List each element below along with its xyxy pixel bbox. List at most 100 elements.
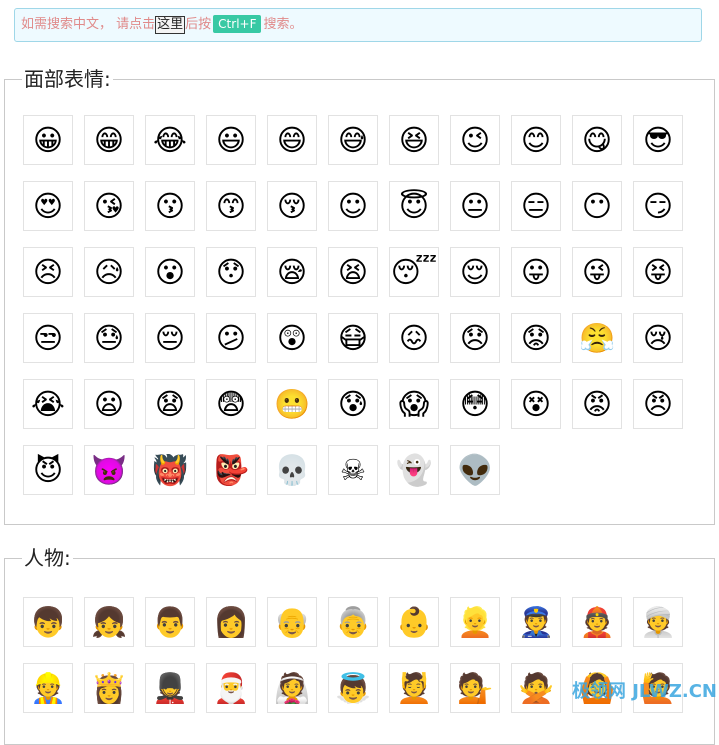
emoji-cell[interactable]: 😴 [389,247,439,297]
emoji-cell[interactable]: 😉 [450,115,500,165]
emoji-cell[interactable]: 👱 [450,597,500,647]
here-link[interactable]: 这里 [155,16,186,34]
emoji-cell[interactable]: 👸 [84,663,134,713]
emoji-cell[interactable]: 😷 [328,313,378,363]
emoji-cell[interactable]: 😆 [389,115,439,165]
emoji-cell[interactable]: 😎 [633,115,683,165]
watermark-text: 极领网 JLWZ.CN [571,681,717,702]
emoji-cell[interactable]: 💆 [389,663,439,713]
emoji-cell[interactable]: 😥 [84,247,134,297]
emoji-cell[interactable]: 👲 [572,597,622,647]
emoji-cell[interactable]: 😶 [572,181,622,231]
emoji-cell[interactable]: 😢 [633,313,683,363]
emoji-cell[interactable]: 👰 [267,663,317,713]
emoji-cell[interactable]: 👳 [633,597,683,647]
emoji-cell[interactable]: 😛 [511,247,561,297]
emoji-cell[interactable]: 😡 [572,379,622,429]
emoji-cell[interactable]: 👹 [145,445,195,495]
emoji-glyph: 😙 [215,188,247,223]
emoji-cell[interactable]: 😗 [145,181,195,231]
emoji-cell[interactable]: 😱 [389,379,439,429]
emoji-glyph: 👲 [578,604,616,639]
emoji-cell[interactable]: 💁 [450,663,500,713]
emoji-cell[interactable]: 😁 [84,115,134,165]
emoji-glyph: 👶 [395,604,433,639]
emoji-glyph: 😅 [337,122,369,157]
emoji-cell[interactable]: 😰 [328,379,378,429]
emoji-cell[interactable]: 😂 [145,115,195,165]
emoji-glyph: 😘 [93,188,125,223]
emoji-cell[interactable]: 👴 [267,597,317,647]
emoji-cell[interactable]: 👮 [511,597,561,647]
emoji-cell[interactable]: 🎅 [206,663,256,713]
emoji-cell[interactable]: 😇 [389,181,439,231]
emoji-cell[interactable]: 😵 [511,379,561,429]
emoji-cell[interactable]: 😣 [23,247,73,297]
emoji-cell[interactable]: 👼 [328,663,378,713]
emoji-cell[interactable]: 😌 [450,247,500,297]
emoji-glyph: 👸 [90,670,128,705]
emoji-cell[interactable]: 😖 [389,313,439,363]
emoji-cell[interactable]: 👩 [206,597,256,647]
emoji-cell[interactable]: 😝 [633,247,683,297]
emoji-cell[interactable]: 😊 [511,115,561,165]
emoji-cell[interactable]: 😟 [511,313,561,363]
emoji-glyph: 😁 [93,122,125,157]
emoji-cell[interactable]: 👦 [23,597,73,647]
emoji-cell[interactable]: 👨 [145,597,195,647]
emoji-cell[interactable]: 👺 [206,445,256,495]
emoji-cell[interactable]: 👧 [84,597,134,647]
emoji-glyph: 😀 [32,122,64,157]
emoji-cell[interactable]: 😋 [572,115,622,165]
emoji-cell[interactable]: 👶 [389,597,439,647]
emoji-cell[interactable]: 😅 [328,115,378,165]
emoji-cell[interactable]: 😲 [267,313,317,363]
emoji-glyph: 😰 [337,386,369,421]
emoji-cell[interactable]: 😳 [450,379,500,429]
emoji-cell[interactable]: 😞 [450,313,500,363]
emoji-cell[interactable]: 😮 [145,247,195,297]
emoji-cell[interactable]: 😨 [206,379,256,429]
emoji-cell[interactable]: 😚 [267,181,317,231]
emoji-cell[interactable]: 🙅 [511,663,561,713]
emoji-cell[interactable]: 😜 [572,247,622,297]
emoji-cell[interactable]: 😠 [633,379,683,429]
emoji-cell[interactable]: 😄 [267,115,317,165]
emoji-cell[interactable]: 👽 [450,445,500,495]
emoji-cell[interactable]: 👷 [23,663,73,713]
emoji-cell[interactable]: ☺ [328,181,378,231]
emoji-cell[interactable]: 😦 [84,379,134,429]
emoji-cell[interactable]: 😬 [267,379,317,429]
emoji-cell[interactable]: 👵 [328,597,378,647]
emoji-cell[interactable]: 😒 [23,313,73,363]
emoji-cell[interactable]: 😘 [84,181,134,231]
emoji-cell[interactable]: 😀 [23,115,73,165]
emoji-cell[interactable]: ☠ [328,445,378,495]
emoji-cell[interactable]: 👻 [389,445,439,495]
emoji-cell[interactable]: 💀 [267,445,317,495]
emoji-cell[interactable]: 😏 [633,181,683,231]
emoji-cell[interactable]: 😧 [145,379,195,429]
emoji-cell[interactable]: 👿 [84,445,134,495]
emoji-glyph: 😡 [581,386,613,421]
emoji-cell[interactable]: 😕 [206,313,256,363]
emoji-cell[interactable]: 😫 [328,247,378,297]
emoji-cell[interactable]: 😙 [206,181,256,231]
emoji-glyph: 😶 [581,188,613,223]
emoji-cell[interactable]: 😔 [145,313,195,363]
emoji-cell[interactable]: 😯 [206,247,256,297]
emoji-cell[interactable]: 😤 [572,313,622,363]
emoji-cell[interactable]: 😑 [511,181,561,231]
emoji-cell[interactable]: 😪 [267,247,317,297]
emoji-cell[interactable]: 💂 [145,663,195,713]
emoji-glyph: 😉 [459,122,491,157]
emoji-cell[interactable]: 😈 [23,445,73,495]
emoji-glyph: 😇 [398,188,430,223]
emoji-glyph: 😎 [642,122,674,157]
emoji-cell[interactable]: 😍 [23,181,73,231]
emoji-cell[interactable]: 😭 [23,379,73,429]
emoji-glyph: 👷 [29,670,67,705]
emoji-cell[interactable]: 😐 [450,181,500,231]
emoji-cell[interactable]: 😓 [84,313,134,363]
emoji-cell[interactable]: 😃 [206,115,256,165]
